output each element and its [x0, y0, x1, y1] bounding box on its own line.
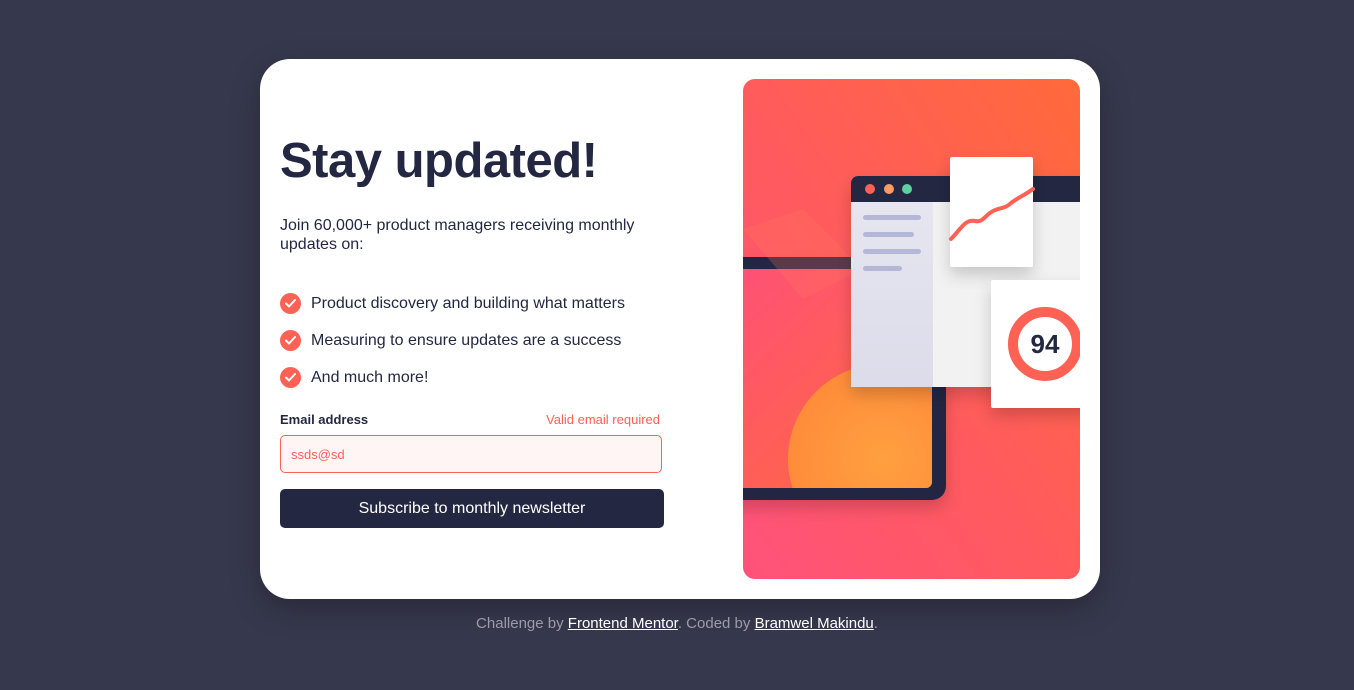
- email-label: Email address: [280, 412, 369, 427]
- feature-text: Measuring to ensure updates are a succes…: [311, 331, 622, 349]
- illustration-graphic: 94: [743, 79, 1080, 579]
- newsletter-card: Stay updated! Join 60,000+ product manag…: [260, 59, 1100, 599]
- attribution-footer: Challenge by Frontend Mentor. Coded by B…: [0, 615, 1354, 632]
- score-text: 94: [1031, 329, 1060, 359]
- check-icon: [280, 367, 301, 388]
- footer-prefix: Challenge by: [476, 615, 568, 632]
- check-icon: [280, 293, 301, 314]
- list-item: Measuring to ensure updates are a succes…: [280, 322, 625, 359]
- list-item: Product discovery and building what matt…: [280, 285, 625, 322]
- check-icon: [280, 330, 301, 351]
- subscribe-button[interactable]: Subscribe to monthly newsletter: [280, 489, 664, 528]
- page-title: Stay updated!: [280, 134, 598, 188]
- email-field-header: Email address Valid email required: [280, 412, 660, 427]
- list-item: And much more!: [280, 359, 625, 396]
- email-field[interactable]: [280, 435, 662, 473]
- footer-middle: . Coded by: [677, 615, 755, 632]
- illustration: 94: [743, 79, 1080, 579]
- error-message: Valid email required: [546, 412, 660, 427]
- feature-list: Product discovery and building what matt…: [280, 285, 625, 396]
- feature-text: And much more!: [311, 368, 429, 386]
- author-link[interactable]: Bramwel Makindu: [755, 615, 874, 632]
- footer-suffix: .: [873, 615, 878, 632]
- feature-text: Product discovery and building what matt…: [311, 294, 625, 312]
- frontend-mentor-link[interactable]: Frontend Mentor: [568, 615, 678, 632]
- intro-text: Join 60,000+ product managers receiving …: [280, 217, 635, 253]
